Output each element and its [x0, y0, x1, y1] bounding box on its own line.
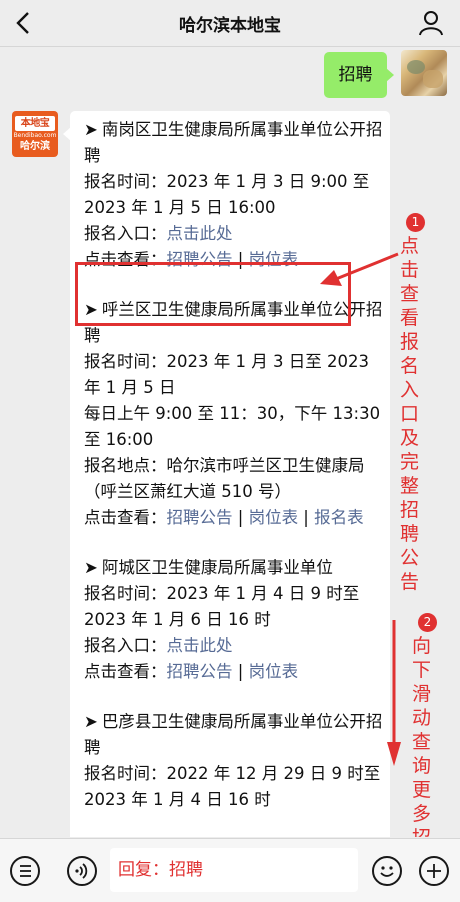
view-links: 点击查看：招聘公告 | 岗位表	[84, 662, 299, 681]
message-input[interactable]: 回复：招聘	[110, 848, 358, 892]
annotation-arrow-left-icon	[320, 252, 399, 286]
job-title: ➤ 巴彦县卫生健康局所属事业单位公开招聘	[84, 712, 383, 757]
signup-hours: 每日上午 9:00 至 11：30，下午 13:30 至 16:00	[84, 404, 381, 449]
signup-time: 报名时间：2023 年 1 月 3 日 9:00 至 2023 年 1 月 5 …	[84, 172, 370, 217]
job-item-acheng: ➤ 阿城区卫生健康局所属事业单位 报名时间：2023 年 1 月 4 日 9 时至…	[84, 555, 384, 685]
job-item-bayan: ➤ 巴彦县卫生健康局所属事业单位公开招聘 报名时间：2022 年 12 月 29 …	[84, 709, 384, 813]
positions-link[interactable]: 岗位表	[249, 662, 299, 681]
annotation-arrow-down-icon	[387, 620, 401, 766]
positions-link[interactable]: 岗位表	[249, 508, 299, 527]
job-title: ➤ 阿城区卫生健康局所属事业单位	[84, 558, 333, 577]
signup-entry: 报名入口：点击此处	[84, 224, 233, 243]
bottom-input-bar: 回复：招聘	[0, 838, 460, 902]
list-menu-icon[interactable]	[10, 856, 40, 886]
arrow-bullet-icon: ➤	[84, 120, 98, 139]
account-avatar[interactable]: 本地宝 Bendibao.com 哈尔滨	[12, 111, 58, 157]
profile-icon[interactable]	[418, 10, 444, 36]
page-title: 哈尔滨本地宝	[179, 16, 281, 36]
form-link[interactable]: 报名表	[314, 508, 364, 527]
job-title: ➤ 南岗区卫生健康局所属事业单位公开招聘	[84, 120, 383, 165]
logo-city: 哈尔滨	[20, 141, 50, 152]
job-item-nangang: ➤ 南岗区卫生健康局所属事业单位公开招聘 报名时间：2023 年 1 月 3 日 …	[84, 117, 384, 273]
signup-time: 报名时间：2023 年 1 月 3 日至 2023 年 1 月 5 日	[84, 352, 369, 397]
entry-link[interactable]: 点击此处	[167, 224, 233, 243]
annotation-text: 向下滑动查询更多招聘信息	[412, 635, 432, 837]
user-avatar[interactable]	[401, 50, 447, 96]
message-text: ➤ 南岗区卫生健康局所属事业单位公开招聘 报名时间：2023 年 1 月 3 日 …	[84, 117, 384, 837]
signup-place: 报名地点：哈尔滨市呼兰区卫生健康局（呼兰区萧红大道 510 号）	[84, 456, 365, 501]
chat-area[interactable]: 招聘 本地宝 Bendibao.com 哈尔滨 ➤ 南岗区卫生健康局所属事业单位公…	[0, 47, 460, 837]
avatar-image-detail	[407, 60, 425, 74]
notice-link[interactable]: 招聘公告	[167, 662, 233, 681]
annotation-badge: 1	[406, 213, 425, 232]
plus-icon[interactable]	[419, 856, 449, 886]
logo-text: 本地宝	[15, 116, 55, 131]
signup-time: 报名时间：2022 年 12 月 29 日 9 时至 2023 年 1 月 4 …	[84, 764, 381, 809]
entry-link[interactable]: 点击此处	[167, 636, 233, 655]
highlight-box	[75, 262, 351, 326]
annotation-text: 点击查看报名入口及完整招聘公告	[400, 235, 420, 593]
voice-icon[interactable]	[67, 856, 97, 886]
logo-url: Bendibao.com	[13, 132, 57, 139]
arrow-bullet-icon: ➤	[84, 712, 98, 731]
annotation-badge: 2	[418, 613, 437, 632]
signup-time: 报名时间：2023 年 1 月 4 日 9 时至 2023 年 1 月 6 日 …	[84, 584, 360, 629]
emoji-icon[interactable]	[372, 856, 402, 886]
signup-entry: 报名入口：点击此处	[84, 636, 233, 655]
top-bar: 哈尔滨本地宝	[0, 0, 460, 47]
arrow-bullet-icon: ➤	[84, 558, 98, 577]
avatar-image-detail	[423, 70, 443, 88]
reply-message-bubble[interactable]: ➤ 南岗区卫生健康局所属事业单位公开招聘 报名时间：2023 年 1 月 3 日 …	[63, 111, 390, 837]
sent-message-bubble[interactable]: 招聘	[324, 52, 394, 98]
annotation-2: 2 向下滑动查询更多招聘信息	[410, 613, 450, 837]
annotation-1: 1 点击查看报名入口及完整招聘公告	[398, 213, 436, 594]
job-item-hulan: ➤ 呼兰区卫生健康局所属事业单位公开招聘 报名时间：2023 年 1 月 3 日至…	[84, 297, 384, 531]
notice-link[interactable]: 招聘公告	[167, 508, 233, 527]
view-links: 点击查看：招聘公告 | 岗位表 | 报名表	[84, 508, 364, 527]
